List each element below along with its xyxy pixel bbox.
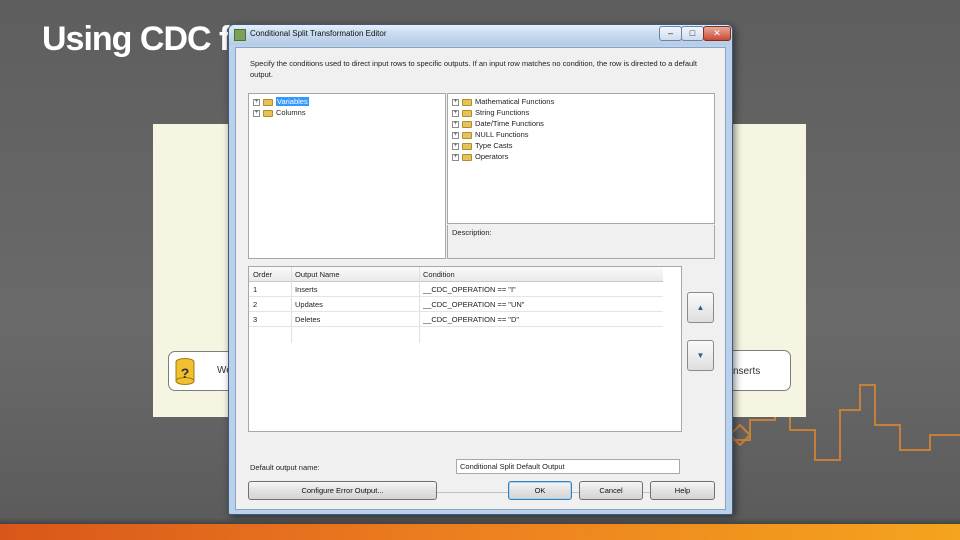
slide-title: Using CDC fr [42,20,243,58]
tree-item-label: NULL Functions [475,130,529,139]
tree-item-label: Operators [475,152,509,161]
minimize-button[interactable]: – [659,26,682,41]
folder-icon [462,109,472,117]
app-icon [234,29,246,41]
cell-order: 3 [253,315,258,324]
column-header-condition[interactable]: Condition [423,270,455,279]
cell-condition[interactable]: __CDC_OPERATION == "D" [423,315,519,324]
database-icon: ? [175,358,195,385]
configure-error-output-button[interactable]: Configure Error Output... [248,481,437,500]
expand-icon[interactable]: + [452,109,459,117]
folder-icon [462,142,472,150]
folder-icon [263,98,273,106]
cell-condition[interactable]: __CDC_OPERATION == "UN" [423,300,524,309]
cell-output-name[interactable]: Deletes [295,315,320,324]
tree-item-label: Type Casts [475,141,513,150]
conditions-grid[interactable]: Order Output Name Condition 1 Inserts __… [248,266,682,432]
move-up-button[interactable]: ▲ [687,292,714,323]
folder-icon [462,153,472,161]
dialog-titlebar[interactable]: Conditional Split Transformation Editor … [229,25,732,45]
column-header-order[interactable]: Order [253,270,272,279]
close-button[interactable]: ✕ [703,26,731,41]
default-output-name-field[interactable]: Conditional Split Default Output [456,459,680,474]
expand-icon[interactable]: + [253,109,260,117]
tree-item-label: Variables [276,97,309,106]
functions-tree[interactable]: + Mathematical Functions + String Function… [447,93,715,224]
cell-output-name[interactable]: Inserts [295,285,318,294]
variables-columns-tree[interactable]: + Variables + Columns [248,93,446,259]
folder-icon [462,120,472,128]
folder-icon [263,109,273,117]
tree-item-label: Columns [276,108,306,117]
maximize-button[interactable]: □ [681,26,704,41]
description-pane: Description: [447,225,715,259]
conditional-split-editor-dialog: Conditional Split Transformation Editor … [228,24,733,515]
cell-condition[interactable]: __CDC_OPERATION == "I" [423,285,516,294]
expand-icon[interactable]: + [452,153,459,161]
intro-text: Specify the conditions used to direct in… [250,59,697,79]
expand-icon[interactable]: + [253,98,260,106]
table-row[interactable]: 1 Inserts __CDC_OPERATION == "I" [249,282,663,297]
tree-item-columns[interactable]: + Columns [253,108,306,118]
expand-icon[interactable]: + [452,98,459,106]
tree-item-label: Mathematical Functions [475,97,555,106]
question-glyph: ? [181,365,190,381]
tree-item-variables[interactable]: + Variables [253,97,309,107]
table-row[interactable]: 3 Deletes __CDC_OPERATION == "D" [249,312,663,327]
tree-item-type-casts[interactable]: + Type Casts [452,141,513,151]
tree-item-mathematical-functions[interactable]: + Mathematical Functions [452,97,554,107]
expand-icon[interactable]: + [452,120,459,128]
dialog-title: Conditional Split Transformation Editor [250,29,387,38]
cell-order: 1 [253,285,258,294]
cancel-button[interactable]: Cancel [579,481,643,500]
tree-item-label: Date/Time Functions [475,119,544,128]
table-row[interactable]: 2 Updates __CDC_OPERATION == "UN" [249,297,663,312]
cell-output-name[interactable]: Updates [295,300,323,309]
default-output-label: Default output name: [250,463,320,472]
tree-item-string-functions[interactable]: + String Functions [452,108,529,118]
expand-icon[interactable]: + [452,142,459,150]
column-header-output-name[interactable]: Output Name [295,270,340,279]
help-button[interactable]: Help [650,481,715,500]
dialog-client-area: Specify the conditions used to direct in… [235,47,726,510]
cell-order: 2 [253,300,258,309]
tree-item-operators[interactable]: + Operators [452,152,508,162]
folder-icon [462,131,472,139]
grid-header: Order Output Name Condition [249,267,663,282]
expand-icon[interactable]: + [452,131,459,139]
tree-item-null-functions[interactable]: + NULL Functions [452,130,529,140]
tree-item-label: String Functions [475,108,530,117]
move-down-button[interactable]: ▼ [687,340,714,371]
folder-icon [462,98,472,106]
bottom-accent-bar [0,524,960,540]
destination-label: nserts [733,366,761,377]
description-label: Description: [452,228,492,237]
ok-button[interactable]: OK [508,481,572,500]
tree-item-datetime-functions[interactable]: + Date/Time Functions [452,119,544,129]
